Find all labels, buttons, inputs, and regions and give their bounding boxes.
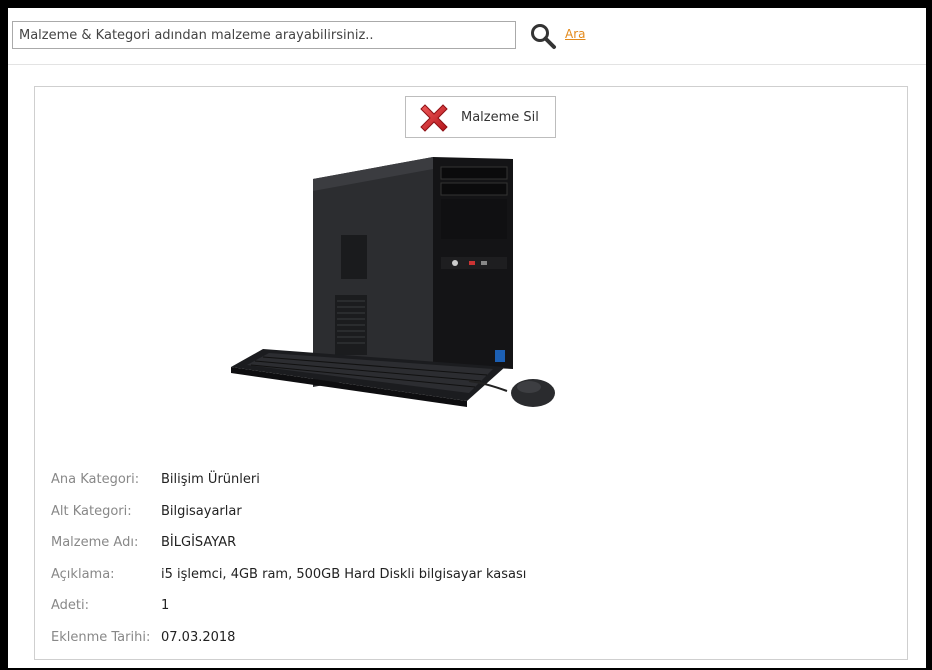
detail-value: i5 işlemci, 4GB ram, 500GB Hard Diskli b…: [161, 566, 527, 582]
search-link[interactable]: Ara: [565, 27, 586, 41]
red-x-icon: [420, 104, 448, 132]
detail-label: Malzeme Adı:: [51, 535, 139, 550]
detail-value: Bilgisayarlar: [161, 503, 242, 519]
delete-button-label: Malzeme Sil: [461, 110, 539, 125]
detail-value: 07.03.2018: [161, 629, 236, 645]
detail-label: Eklenme Tarihi:: [51, 629, 151, 645]
detail-value: BİLGİSAYAR: [161, 535, 237, 550]
search-bar: Ara: [8, 8, 926, 65]
detail-label: Ana Kategori:: [51, 472, 140, 487]
detail-value: 1: [161, 598, 170, 613]
detail-label: Adeti:: [51, 598, 90, 613]
item-card: Malzeme Sil Ana Kategori: Bilişim Ürünle…: [34, 86, 908, 660]
search-input[interactable]: [12, 21, 516, 49]
detail-label: Alt Kategori:: [51, 503, 132, 519]
detail-value: Bilişim Ürünleri: [161, 472, 260, 487]
app-frame: Ara Malzeme Sil: [8, 8, 926, 668]
search-icon[interactable]: [529, 22, 557, 50]
delete-item-button[interactable]: Malzeme Sil: [405, 96, 556, 138]
detail-label: Açıklama:: [51, 566, 115, 582]
desktop-computer-image: [231, 157, 555, 407]
